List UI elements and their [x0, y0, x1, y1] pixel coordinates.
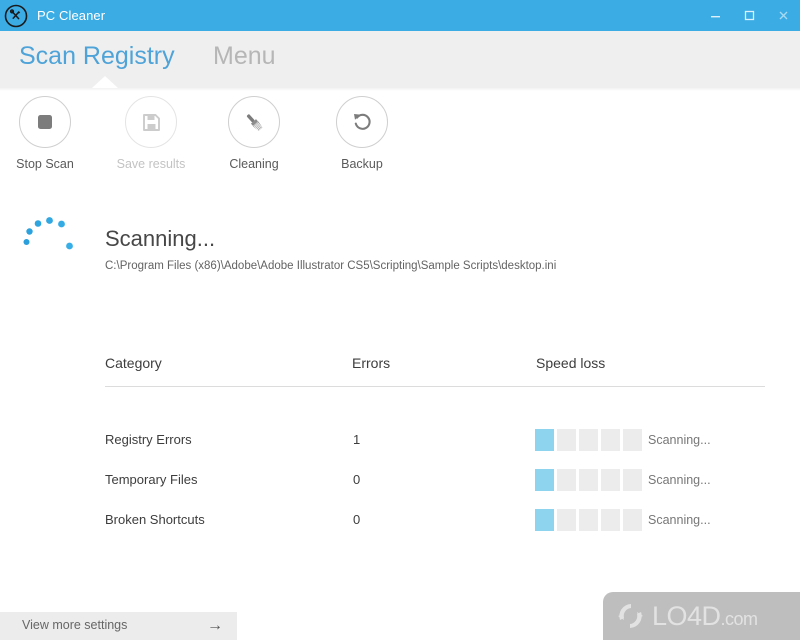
row-errors: 1 [353, 432, 361, 447]
watermark-suffix: .com [720, 608, 759, 629]
close-button[interactable] [766, 0, 800, 31]
save-results-label: Save results [116, 157, 186, 171]
tab-bar: Scan Registry Menu [0, 31, 800, 88]
row-errors: 0 [353, 512, 361, 527]
arrow-right-icon: → [207, 617, 223, 634]
window-controls [698, 0, 800, 31]
speed-loss-segment [623, 509, 642, 531]
toolbar: Stop Scan Save results Cleaning Backup [0, 96, 800, 184]
speed-loss-segment [601, 469, 620, 491]
results-rows: Registry Errors 1 Scanning... Temporary … [105, 386, 765, 545]
watermark-text: LO4D.com [652, 600, 759, 631]
close-icon [779, 11, 787, 20]
row-category: Registry Errors [105, 432, 192, 447]
stop-scan-label: Stop Scan [16, 157, 74, 171]
speed-loss-segment [579, 469, 598, 491]
row-speed-loss-meter [535, 429, 642, 451]
view-more-settings-label: View more settings [22, 618, 128, 632]
minimize-icon [710, 16, 720, 18]
speed-loss-segment [601, 509, 620, 531]
recycle-arrows-icon [618, 604, 643, 628]
minimize-button[interactable] [698, 0, 732, 31]
row-state: Scanning... [648, 433, 711, 447]
speed-loss-segment [535, 509, 554, 531]
floppy-save-icon [143, 114, 160, 131]
row-category: Broken Shortcuts [105, 512, 205, 527]
brush-icon [246, 114, 263, 131]
table-row[interactable]: Temporary Files 0 Scanning... [105, 465, 765, 505]
watermark: LO4D.com [603, 592, 800, 640]
scan-status-title: Scanning... [105, 226, 216, 251]
stop-scan-circle [19, 96, 71, 148]
cleaning-label: Cleaning [229, 157, 279, 171]
results-header-row: Category Errors Speed loss [105, 355, 765, 387]
row-state: Scanning... [648, 513, 711, 527]
column-header-errors: Errors [352, 355, 391, 371]
row-speed-loss-meter [535, 509, 642, 531]
pc-cleaner-window: PC Cleaner Scan Registry Menu Stop Scan … [0, 0, 800, 640]
tab-menu[interactable]: Menu [213, 42, 276, 71]
speed-loss-segment [535, 429, 554, 451]
column-header-speed-loss: Speed loss [536, 355, 606, 371]
speed-loss-segment [579, 509, 598, 531]
loading-dots-spinner-icon [23, 217, 73, 250]
backup-label: Backup [341, 157, 383, 171]
speed-loss-segment [623, 469, 642, 491]
stop-scan-button[interactable]: Stop Scan [0, 96, 100, 171]
speed-loss-segment [557, 509, 576, 531]
scan-current-path: C:\Program Files (x86)\Adobe\Adobe Illus… [105, 260, 557, 272]
backup-circle [336, 96, 388, 148]
window-title: PC Cleaner [37, 8, 106, 23]
cleaning-button[interactable]: Cleaning [199, 96, 309, 171]
row-speed-loss-meter [535, 469, 642, 491]
scan-status-area: Scanning... C:\Program Files (x86)\Adobe… [0, 200, 800, 290]
tab-scan-registry[interactable]: Scan Registry [19, 42, 175, 71]
speed-loss-segment [579, 429, 598, 451]
view-more-settings-button[interactable]: View more settings → [0, 612, 237, 640]
row-category: Temporary Files [105, 472, 198, 487]
maximize-button[interactable] [732, 0, 766, 31]
save-results-button[interactable]: Save results [96, 96, 206, 171]
speed-loss-segment [557, 469, 576, 491]
restore-arrow-icon [354, 113, 371, 130]
wrench-circle-icon [4, 4, 28, 27]
backup-button[interactable]: Backup [307, 96, 417, 171]
column-header-category: Category [105, 355, 162, 371]
table-row[interactable]: Registry Errors 1 Scanning... [105, 425, 765, 465]
row-state: Scanning... [648, 473, 711, 487]
speed-loss-segment [557, 429, 576, 451]
maximize-icon [744, 10, 754, 21]
speed-loss-segment [623, 429, 642, 451]
results-table: Category Errors Speed loss Registry Erro… [105, 355, 765, 545]
table-row[interactable]: Broken Shortcuts 0 Scanning... [105, 505, 765, 545]
save-results-circle [125, 96, 177, 148]
titlebar: PC Cleaner [0, 0, 800, 31]
speed-loss-segment [535, 469, 554, 491]
watermark-brand: LO4D [652, 600, 721, 631]
row-errors: 0 [353, 472, 361, 487]
cleaning-circle [228, 96, 280, 148]
tabbar-shadow [0, 88, 800, 91]
active-tab-pointer-icon [92, 76, 118, 88]
speed-loss-segment [601, 429, 620, 451]
stop-square-icon [38, 115, 52, 129]
